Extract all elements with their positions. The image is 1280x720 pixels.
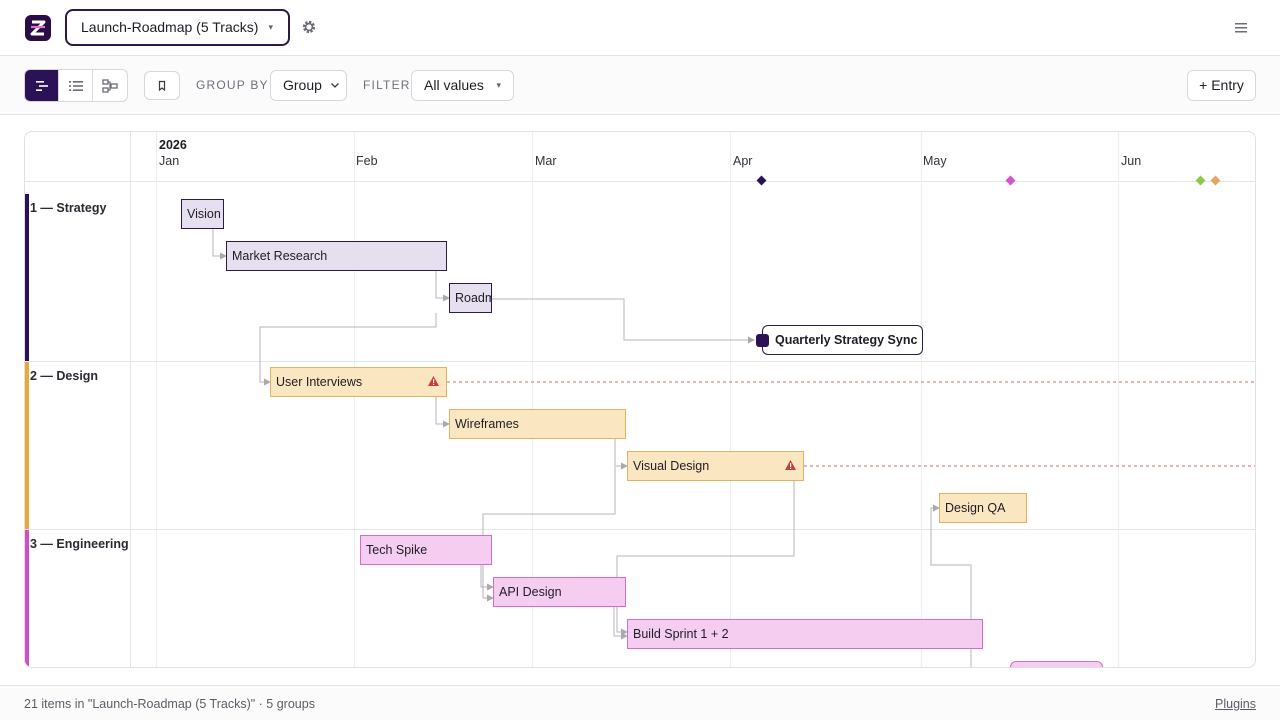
gantt-chart: 2026 Jan Feb Mar Apr May Jun 1 — Strateg…: [24, 131, 1256, 668]
milestone-marker: [1005, 175, 1016, 186]
group-label-strategy: 1 — Strategy: [30, 201, 107, 215]
hierarchy-icon: [102, 78, 118, 93]
month-label: Jan: [159, 154, 180, 168]
month-label: Mar: [535, 154, 557, 168]
task-bar-vision[interactable]: Vision: [181, 199, 224, 229]
timeline-year: 2026: [159, 138, 187, 152]
toolbar: GROUP BY Group FILTER All values ▾ + Ent…: [0, 56, 1280, 115]
task-bar-tech-spike[interactable]: Tech Spike: [360, 535, 492, 565]
filter-label: FILTER: [363, 78, 411, 92]
milestone-quarterly-strategy-sync[interactable]: Quarterly Strategy Sync: [756, 325, 923, 355]
caret-down-icon: ▾: [496, 80, 501, 90]
group-stripe-engineering: [25, 530, 29, 667]
view-list-button[interactable]: [59, 70, 93, 101]
group-stripe-strategy: [25, 194, 29, 361]
status-footer: 21 items in "Launch-Roadmap (5 Tracks)" …: [0, 685, 1280, 720]
group-by-select[interactable]: Group: [270, 70, 347, 101]
caret-down-icon: ▾: [268, 22, 273, 32]
plugins-link[interactable]: Plugins: [1215, 697, 1256, 711]
task-bar-user-interviews[interactable]: User Interviews: [270, 367, 447, 397]
logo-icon: [30, 20, 46, 36]
group-label-engineering: 3 — Engineering: [30, 537, 129, 551]
group-by-value: Group: [283, 77, 322, 93]
month-label: Jun: [1121, 154, 1142, 168]
view-switcher: [24, 69, 128, 102]
milestone-marker: [756, 175, 767, 186]
app-logo[interactable]: [25, 15, 51, 41]
task-bar-design-qa[interactable]: Design QA: [939, 493, 1027, 523]
filter-value: All values: [424, 77, 484, 93]
warning-icon: [785, 460, 796, 470]
hamburger-icon[interactable]: [1233, 21, 1249, 35]
list-icon: [68, 80, 83, 91]
milestone-marker: [1210, 175, 1221, 186]
view-hierarchy-button[interactable]: [93, 70, 127, 101]
board-selector[interactable]: Launch-Roadmap (5 Tracks) ▾: [65, 9, 290, 46]
warning-icon: [428, 376, 439, 386]
task-bar-wireframes[interactable]: Wireframes: [449, 409, 626, 439]
month-label: Apr: [733, 154, 753, 168]
group-label-design: 2 — Design: [30, 369, 99, 383]
group-stripe-design: [25, 362, 29, 529]
view-timeline-button[interactable]: [25, 70, 59, 101]
milestone-marker: [1195, 175, 1206, 186]
task-bar-roadmap[interactable]: Roadmap: [449, 283, 492, 313]
month-label: May: [923, 154, 947, 168]
top-bar: Launch-Roadmap (5 Tracks) ▾: [0, 0, 1280, 56]
group-by-label: GROUP BY: [196, 78, 269, 92]
timeline-icon: [35, 80, 48, 91]
task-bar-api-design[interactable]: API Design: [493, 577, 626, 607]
add-entry-button[interactable]: + Entry: [1187, 70, 1256, 101]
month-label: Feb: [356, 154, 378, 168]
filter-select[interactable]: All values ▾: [411, 70, 514, 101]
bookmark-icon: [158, 80, 166, 91]
task-bar-market-research[interactable]: Market Research: [226, 241, 447, 271]
chevron-down-icon: [331, 83, 339, 88]
task-bar-partial[interactable]: [1010, 661, 1103, 667]
milestone-dot-icon: [756, 334, 769, 347]
bookmark-button[interactable]: [144, 71, 180, 100]
board-name: Launch-Roadmap (5 Tracks): [81, 19, 259, 35]
item-summary: 21 items in "Launch-Roadmap (5 Tracks)" …: [24, 697, 315, 711]
task-bar-visual-design[interactable]: Visual Design: [627, 451, 804, 481]
task-bar-build-sprint[interactable]: Build Sprint 1 + 2: [627, 619, 983, 649]
gear-icon[interactable]: [301, 19, 317, 35]
